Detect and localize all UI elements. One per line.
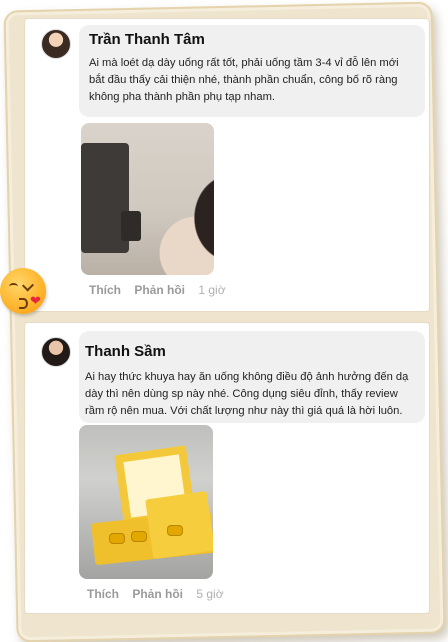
comment-bubble: Thanh Sầm Ai hay thức khuya hay ăn uống … [79,331,425,423]
kiss-heart-emoji-icon: ❤ [0,268,46,314]
photo-detail [131,531,147,542]
comment-card: Trần Thanh Tâm Ai mà loét dạ dày uống rấ… [24,18,430,312]
comment-line: không pha thành phần phụ tạp nham. [89,91,275,103]
comment-line: Ai hay thức khuya hay ăn uống không điều… [85,371,409,383]
like-button[interactable]: Thích [87,587,119,601]
comment-line: rầm rộ nên mua. Với chất lượng như này t… [85,405,403,417]
comment-text: Ai hay thức khuya hay ăn uống không điều… [85,369,423,420]
comment-line: Ai mà loét dạ dày uống rất tốt, phải uốn… [89,57,399,69]
photo-detail [167,525,183,536]
reply-button[interactable]: Phản hồi [134,283,185,297]
comment-card: Thanh Sầm Ai hay thức khuya hay ăn uống … [24,322,430,614]
like-button[interactable]: Thích [89,283,121,297]
comment-time: 5 giờ [196,587,224,601]
comment-line: bắt đầu thấy cải thiện nhé, thành phần c… [89,74,398,86]
comment-actions: Thích Phản hồi 1 giờ [89,283,236,297]
comment-photo[interactable] [81,123,214,275]
photo-detail [109,533,125,544]
comment-photo[interactable] [79,425,213,579]
comment-time: 1 giờ [198,283,226,297]
comment-line: dày thì nên dùng sp này nhé. Công dụng s… [85,388,398,400]
reply-button[interactable]: Phản hồi [132,587,183,601]
comment-author[interactable]: Thanh Sầm [85,343,166,360]
comment-text: Ai mà loét dạ dày uống rất tốt, phải uốn… [89,55,423,106]
avatar[interactable] [41,337,71,367]
comment-bubble: Trần Thanh Tâm Ai mà loét dạ dày uống rấ… [79,25,425,117]
photo-detail [121,211,141,241]
avatar[interactable] [41,29,71,59]
comment-author[interactable]: Trần Thanh Tâm [89,31,205,48]
comment-actions: Thích Phản hồi 5 giờ [87,587,234,601]
